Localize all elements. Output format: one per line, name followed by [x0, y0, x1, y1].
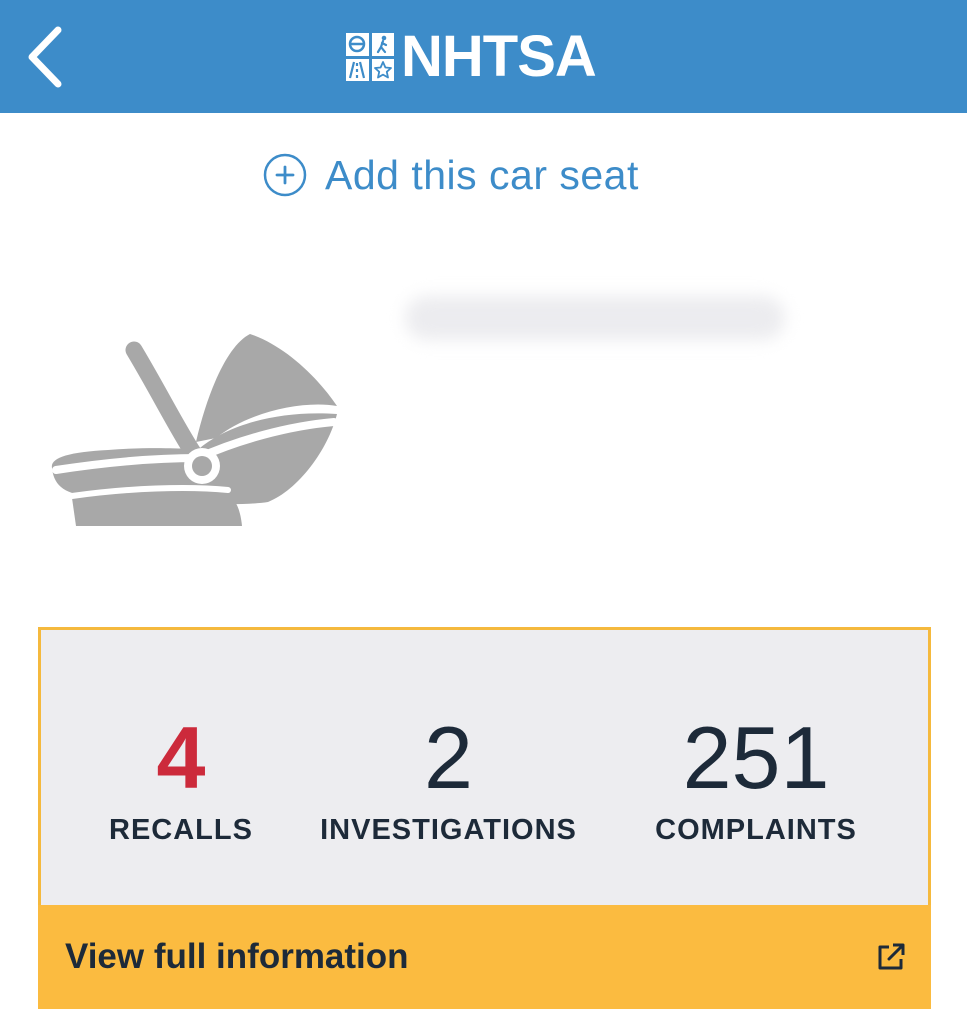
complaints-stat[interactable]: 251 COMPLAINTS — [636, 710, 876, 847]
product-name-redacted — [405, 296, 785, 340]
recalls-count: 4 — [156, 708, 206, 807]
back-button[interactable] — [14, 22, 74, 92]
infant-car-seat-icon — [51, 334, 338, 526]
logo-emblem — [346, 33, 394, 81]
chevron-left-icon — [28, 26, 62, 88]
app-header: NHTSA — [0, 0, 967, 113]
road-icon — [346, 58, 369, 81]
complaints-count: 251 — [682, 708, 830, 807]
investigations-count: 2 — [424, 708, 473, 807]
add-car-seat-button[interactable]: Add this car seat — [262, 150, 639, 200]
recalls-label: RECALLS — [109, 814, 253, 846]
nhtsa-logo: NHTSA — [346, 24, 597, 89]
view-full-information-button[interactable]: View full information — [38, 905, 931, 1009]
plus-circle-icon — [263, 153, 307, 197]
view-full-information-label: View full information — [65, 937, 409, 976]
brand-name: NHTSA — [401, 24, 597, 89]
investigations-stat[interactable]: 2 INVESTIGATIONS — [306, 710, 591, 847]
safety-stats-card: 4 RECALLS 2 INVESTIGATIONS 251 COMPLAINT… — [38, 627, 931, 908]
steering-wheel-icon — [346, 33, 369, 56]
investigations-label: INVESTIGATIONS — [320, 814, 577, 846]
add-car-seat-label: Add this car seat — [325, 151, 639, 198]
recalls-stat[interactable]: 4 RECALLS — [81, 710, 281, 847]
external-link-icon — [878, 943, 905, 970]
star-icon — [371, 58, 394, 81]
pedestrian-icon — [371, 33, 394, 56]
complaints-label: COMPLAINTS — [655, 814, 857, 846]
